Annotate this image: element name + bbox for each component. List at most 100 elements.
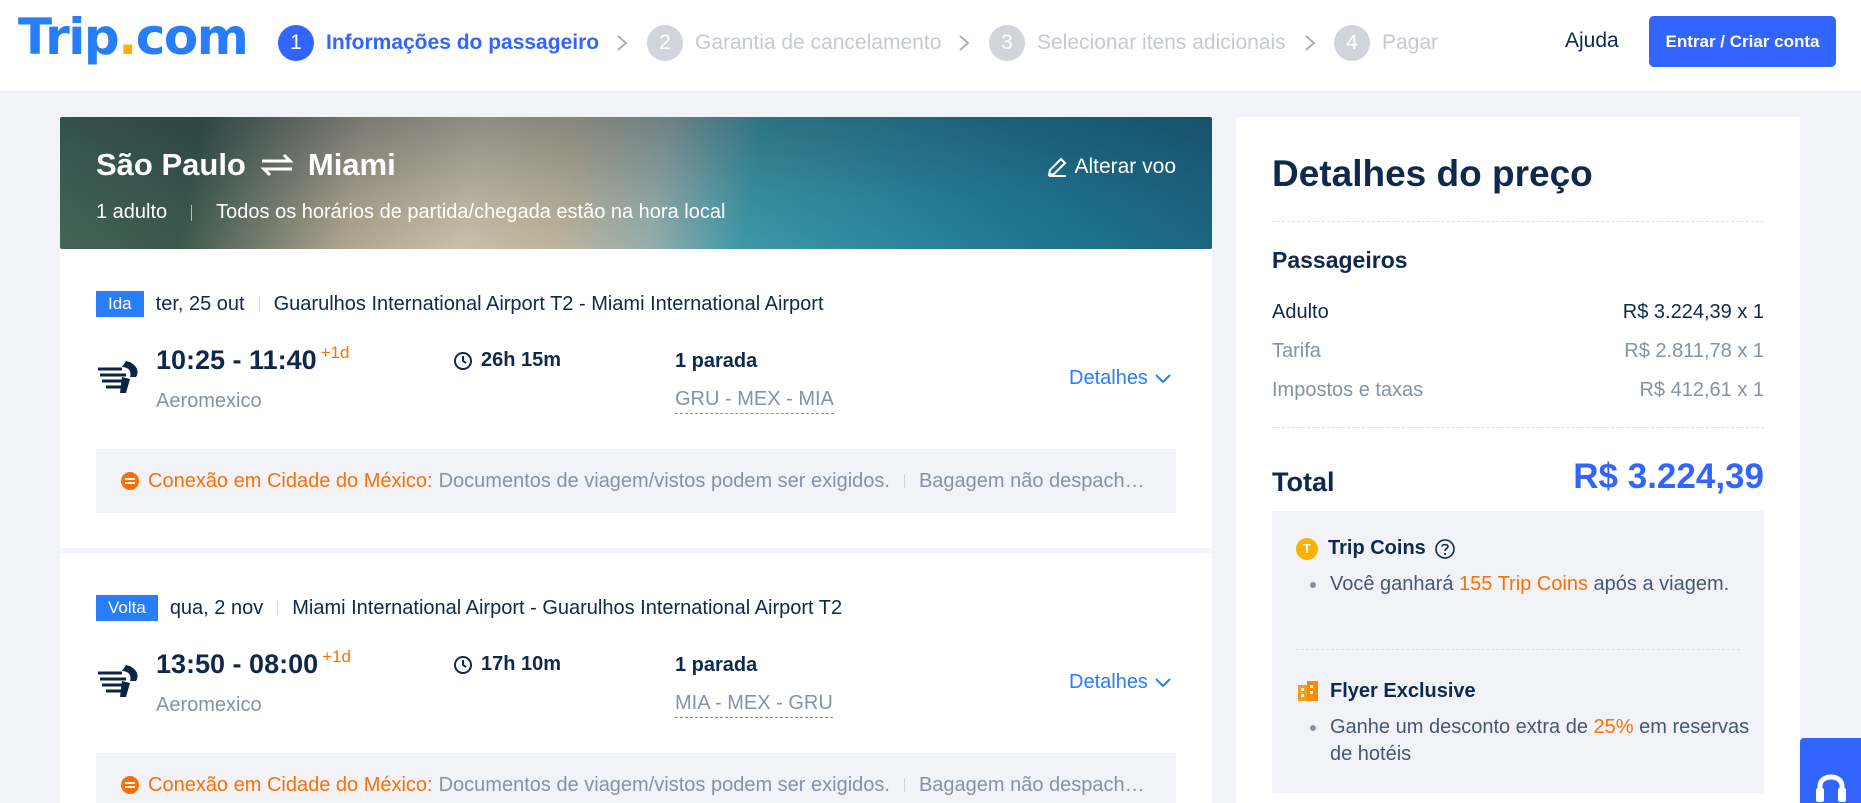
chevron-right-icon	[959, 35, 970, 51]
flyer-exclusive-text: Ganhe um desconto extra de 25% em reserv…	[1310, 714, 1750, 768]
direction-badge: Volta	[96, 595, 158, 621]
help-icon[interactable]	[1434, 538, 1456, 560]
details-label: Detalhes	[1069, 367, 1148, 389]
trip-logo[interactable]: Trip.com	[18, 8, 249, 66]
divider	[1296, 649, 1740, 650]
notice-extra: Bagagem não despachada automaticamente	[918, 469, 1152, 492]
time-range: 10:25 - 11:40	[156, 345, 317, 375]
step-label: Selecionar itens adicionais	[1037, 31, 1286, 54]
direction-badge: Ida	[96, 291, 144, 317]
flight-duration: 17h 10m	[453, 653, 561, 676]
trip-coins-amount: 155 Trip Coins	[1459, 573, 1588, 595]
pencil-icon	[1048, 157, 1067, 177]
price-row-value: R$ 2.811,78 x 1	[1624, 340, 1764, 362]
rewards-box: T Trip Coins Você ganhará 155 Trip Coins…	[1272, 511, 1764, 793]
total-value: R$ 3.224,39	[1573, 457, 1764, 496]
price-details-panel: Detalhes do preço Passageiros Adulto R$ …	[1236, 117, 1800, 803]
flight-times: 13:50 - 08:00 +1d	[156, 647, 351, 680]
passengers-heading: Passageiros	[1272, 247, 1408, 273]
flight-times: 10:25 - 11:40 +1d	[156, 343, 350, 376]
chevron-right-icon	[1305, 35, 1316, 51]
change-flight-label: Alterar voo	[1074, 155, 1176, 178]
transfer-icon	[121, 776, 139, 794]
divider	[191, 204, 193, 221]
flight-card-outbound: Ida ter, 25 out Guarulhos International …	[60, 249, 1212, 548]
divider	[258, 297, 260, 311]
price-row-value: R$ 3.224,39 x 1	[1622, 301, 1764, 323]
aeromexico-logo-icon	[98, 361, 138, 393]
details-toggle[interactable]: Detalhes	[1069, 367, 1172, 390]
trip-coins-pre: Você ganhará	[1330, 573, 1454, 595]
aeromexico-logo-icon	[98, 665, 138, 697]
round-trip-icon	[260, 153, 294, 177]
stop-count: 1 parada	[675, 350, 758, 372]
flight-route: Guarulhos International Airport T2 - Mia…	[273, 292, 824, 315]
airport-codes[interactable]: MIA - MEX - GRU	[675, 692, 833, 718]
airport-codes[interactable]: GRU - MEX - MIA	[675, 388, 834, 414]
airline-name: Aeromexico	[156, 390, 262, 412]
flight-card-return: Volta qua, 2 nov Miami International Air…	[60, 553, 1212, 803]
step-label: Garantia de cancelamento	[695, 31, 942, 54]
notice-extra: Bagagem não despachada automaticamente	[918, 773, 1152, 796]
trip-coins-text: Você ganhará 155 Trip Coins após a viage…	[1310, 571, 1750, 598]
details-label: Detalhes	[1069, 671, 1148, 693]
passenger-count: 1 adulto	[96, 201, 168, 223]
flyer-discount: 25%	[1593, 716, 1634, 738]
connection-notice: Conexão em Cidade do México: Documentos …	[96, 449, 1176, 513]
flight-duration: 26h 15m	[453, 349, 561, 372]
duration-value: 17h 10m	[481, 653, 562, 675]
trip-coins-post: após a viagem.	[1593, 573, 1730, 595]
day-offset: +1d	[322, 647, 351, 666]
price-title: Detalhes do preço	[1272, 153, 1593, 194]
login-button[interactable]: Entrar / Criar conta	[1649, 16, 1836, 67]
divider	[277, 601, 279, 615]
step-passenger-info: 1 Informações do passageiro	[278, 25, 599, 61]
destination-city: Miami	[307, 147, 396, 182]
step-payment: 4 Pagar	[1334, 25, 1438, 61]
notice-text: Documentos de viagem/vistos podem ser ex…	[438, 773, 890, 796]
price-row-label: Tarifa	[1272, 340, 1321, 362]
step-number: 1	[278, 25, 314, 61]
price-row-value: R$ 412,61 x 1	[1639, 379, 1764, 401]
origin-city: São Paulo	[96, 147, 246, 182]
price-row-fare: Tarifa R$ 2.811,78 x 1	[1272, 340, 1764, 363]
divider	[903, 778, 905, 792]
step-extras: 3 Selecionar itens adicionais	[989, 25, 1286, 61]
details-toggle[interactable]: Detalhes	[1069, 671, 1172, 694]
step-cancellation: 2 Garantia de cancelamento	[647, 25, 941, 61]
change-flight-button[interactable]: Alterar voo	[1046, 155, 1176, 179]
duration-value: 26h 15m	[481, 349, 562, 371]
customer-support-button[interactable]	[1800, 738, 1861, 803]
clock-icon	[454, 655, 472, 674]
step-label: Pagar	[1382, 31, 1439, 54]
airline-name: Aeromexico	[156, 694, 262, 716]
flight-header: Volta qua, 2 nov Miami International Air…	[96, 595, 842, 621]
flyer-pre: Ganhe um desconto extra de	[1330, 716, 1588, 738]
trip-hero-banner: São Paulo Miami 1 adulto Todos os horári…	[60, 117, 1212, 249]
logo-dot: .	[118, 8, 137, 66]
chevron-down-icon	[1155, 373, 1171, 383]
day-offset: +1d	[320, 343, 350, 362]
flight-date: ter, 25 out	[155, 292, 245, 315]
price-row-adult: Adulto R$ 3.224,39 x 1	[1272, 301, 1764, 324]
logo-tld: com	[135, 8, 249, 66]
transfer-icon	[121, 472, 139, 490]
flyer-title: Flyer Exclusive	[1330, 679, 1476, 702]
stop-count: 1 parada	[675, 654, 758, 676]
divider	[1272, 221, 1764, 222]
flight-header: Ida ter, 25 out Guarulhos International …	[96, 291, 824, 317]
trip-coins-title: Trip Coins	[1328, 537, 1426, 559]
price-row-taxes: Impostos e taxas R$ 412,61 x 1	[1272, 379, 1764, 402]
top-header: Trip.com 1 Informações do passageiro 2 G…	[0, 0, 1861, 92]
trip-route-title: São Paulo Miami	[96, 147, 396, 183]
time-range: 13:50 - 08:00	[156, 649, 319, 679]
clock-icon	[454, 351, 472, 370]
price-row-label: Impostos e taxas	[1272, 379, 1424, 401]
price-row-label: Adulto	[1272, 301, 1329, 323]
trip-subtitle: 1 adulto Todos os horários de partida/ch…	[96, 201, 725, 224]
help-link[interactable]: Ajuda	[1565, 29, 1619, 53]
notice-title: Conexão em Cidade do México:	[148, 773, 433, 796]
flight-route: Miami International Airport - Guarulhos …	[292, 596, 843, 619]
trip-coin-icon: T	[1296, 537, 1318, 560]
step-number: 4	[1334, 25, 1370, 61]
